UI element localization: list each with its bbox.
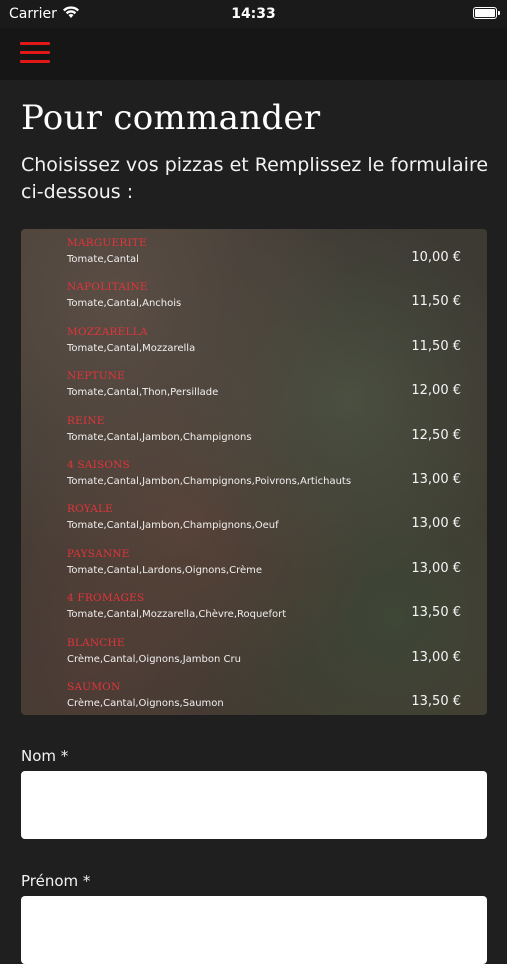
pizza-name: NAPOLITAINE (67, 281, 148, 294)
pizza-name: REINE (67, 414, 105, 427)
pizza-price: 13,00 € (411, 472, 461, 487)
pizza-name: 4 FROMAGES (67, 592, 145, 605)
page-title: Pour commander (21, 98, 321, 138)
pizza-name: BLANCHE (67, 636, 125, 649)
menu-item: 4 FROMAGES Tomate,Cantal,Mozzarella,Chèvr… (21, 588, 487, 632)
pizza-menu-card: MARGUERITE Tomate,Cantal 10,00 € NAPOLITAIN… (21, 229, 487, 715)
menu-item: MOZZARELLA Tomate,Cantal,Mozzarella 11,50 … (21, 322, 487, 366)
pizza-ingredients: Tomate,Cantal,Jambon,Champignons,Oeuf (67, 520, 279, 532)
pizza-name: 4 SAISONS (67, 459, 130, 471)
menu-item: ROYALE Tomate,Cantal,Jambon,Champignons,O… (21, 499, 487, 543)
battery-icon (473, 7, 500, 19)
pizza-ingredients: Tomate,Cantal (67, 254, 139, 265)
menu-item: REINE Tomate,Cantal,Jambon,Champignons 12,… (21, 411, 487, 455)
menu-item: NAPOLITAINE Tomate,Cantal,Anchois 11,50 € (21, 277, 487, 321)
pizza-name: NEPTUNE (67, 370, 126, 383)
prenom-label: Prénom * (21, 872, 91, 890)
nom-input[interactable] (21, 771, 487, 839)
pizza-ingredients: Crème,Cantal,Oignons,Jambon Cru (67, 653, 241, 665)
pizza-price: 11,50 € (411, 338, 461, 354)
page-intro: Choisissez vos pizzas et Remplissez le f… (21, 154, 489, 203)
pizza-ingredients: Tomate,Cantal,Mozzarella (67, 342, 196, 354)
pizza-price: 13,50 € (411, 694, 461, 709)
pizza-ingredients: Tomate,Cantal,Jambon,Champignons (67, 431, 252, 443)
prenom-input[interactable] (21, 896, 487, 964)
nom-label: Nom * (21, 747, 69, 765)
pizza-price: 13,00 € (411, 516, 461, 532)
pizza-price: 12,00 € (411, 383, 461, 399)
menu-item: BLANCHE Crème,Cantal,Oignons,Jambon Cru 13… (21, 633, 487, 677)
pizza-name: ROYALE (67, 503, 114, 516)
pizza-price: 11,50 € (411, 294, 461, 310)
pizza-ingredients: Tomate,Cantal,Anchois (67, 298, 182, 310)
pizza-price: 13,00 € (411, 649, 461, 665)
menu-item: PAYSANNE Tomate,Cantal,Lardons,Oignons,Cr… (21, 544, 487, 588)
pizza-ingredients: Tomate,Cantal,Jambon,Champignons,Poivron… (67, 476, 352, 487)
pizza-ingredients: Tomate,Cantal,Lardons,Oignons,Crème (67, 564, 263, 576)
menu-item: MARGUERITE Tomate,Cantal 10,00 € (21, 233, 487, 277)
pizza-price: 10,00 € (411, 250, 461, 265)
menu-item: 4 SAISONS Tomate,Cantal,Jambon,Champignon… (21, 455, 487, 499)
pizza-price: 13,00 € (411, 560, 461, 576)
pizza-name: SAUMON (67, 681, 121, 693)
status-bar: Carrier 14:33 (0, 0, 507, 28)
hamburger-menu-icon[interactable] (20, 42, 50, 64)
nav-bar (0, 28, 507, 80)
pizza-ingredients: Tomate,Cantal,Mozzarella,Chèvre,Roquefor… (67, 609, 287, 621)
pizza-price: 13,50 € (411, 605, 461, 621)
pizza-name: PAYSANNE (67, 547, 130, 560)
pizza-price: 12,50 € (411, 427, 461, 443)
pizza-ingredients: Crème,Cantal,Oignons,Saumon (67, 698, 224, 709)
clock: 14:33 (231, 6, 276, 22)
pizza-ingredients: Tomate,Cantal,Thon,Persillade (67, 387, 219, 399)
pizza-name: MOZZARELLA (67, 325, 148, 338)
menu-item: NEPTUNE Tomate,Cantal,Thon,Persillade 12,0… (21, 366, 487, 410)
pizza-name: MARGUERITE (67, 237, 147, 249)
menu-item: SAUMON Crème,Cantal,Oignons,Saumon 13,50 € (21, 677, 487, 715)
